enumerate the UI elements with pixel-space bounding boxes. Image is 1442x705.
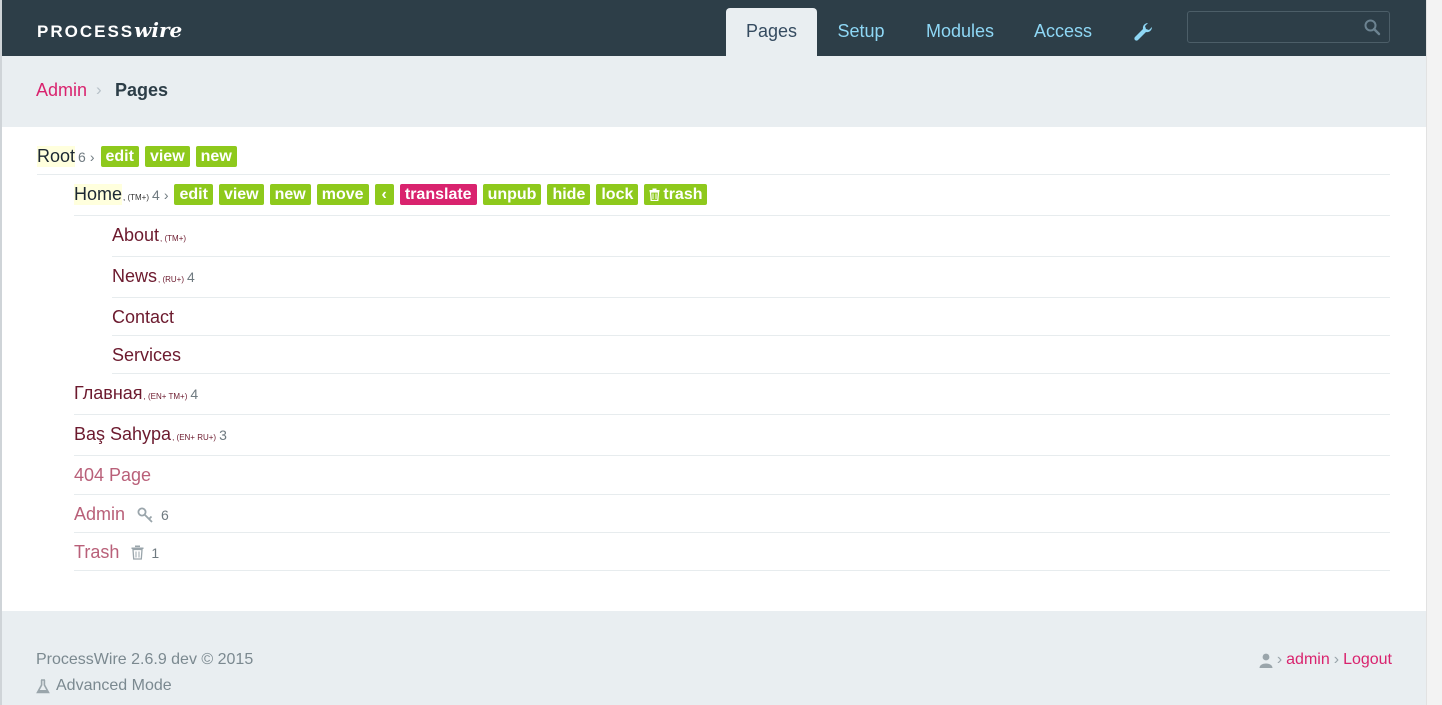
logo-wire: wire — [134, 18, 183, 42]
page-title: Pages — [115, 80, 169, 100]
breadcrumb-admin-link[interactable]: Admin — [36, 80, 87, 101]
masthead: PROCESSwire Pages Setup Modules Access — [2, 0, 1426, 56]
user-profile-link[interactable]: admin — [1286, 651, 1330, 669]
page-name-about[interactable]: About — [112, 225, 159, 246]
child-count: 3 — [219, 426, 227, 443]
user-menu: › admin › Logout — [1259, 651, 1392, 669]
processwire-logo[interactable]: PROCESSwire — [37, 18, 182, 42]
breadcrumb: Admin › Pages — [2, 56, 1426, 127]
search-icon — [1364, 19, 1381, 36]
tab-setup-label: Setup — [837, 21, 885, 41]
advanced-mode-link[interactable]: Advanced Mode — [36, 677, 172, 695]
wrench-icon[interactable] — [1132, 20, 1154, 44]
new-button[interactable]: new — [269, 184, 311, 205]
page-name-404[interactable]: 404 Page — [74, 465, 151, 486]
tree-row-root: Root 6 › edit view new — [37, 137, 1390, 175]
tree-row-admin: Admin 6 — [74, 495, 1390, 533]
page-name-admin[interactable]: Admin — [74, 504, 125, 525]
page-name-contact[interactable]: Contact — [112, 307, 174, 328]
child-count: 6 — [161, 506, 169, 523]
tree-row-bas-sahypa: Baş Sahypa , (EN+ RU+) 3 — [74, 415, 1390, 456]
page-name-glavnaya[interactable]: Главная — [74, 383, 143, 404]
page-name-home[interactable]: Home — [74, 184, 123, 205]
breadcrumb-separator: › — [96, 80, 102, 99]
child-count: 1 — [151, 544, 160, 561]
move-button[interactable]: move — [316, 184, 369, 205]
footer: ProcessWire 2.6.9 dev © 2015 Advanced Mo… — [2, 611, 1426, 705]
language-status: , (TM+) — [123, 193, 150, 202]
tree-row-glavnaya: Главная , (EN+ TM+) 4 — [74, 374, 1390, 415]
language-status: , (TM+) — [160, 234, 187, 243]
flask-icon — [36, 678, 50, 693]
search-input[interactable] — [1187, 11, 1390, 43]
tab-modules-label: Modules — [925, 21, 995, 41]
edit-button[interactable]: edit — [174, 184, 213, 205]
translate-button[interactable]: translate — [399, 184, 477, 205]
tree-row-trash: Trash 1 — [74, 533, 1390, 571]
tree-row-home: Home , (TM+) 4 › edit view new move ‹ tr… — [74, 175, 1390, 216]
expand-chevron-icon[interactable]: › — [90, 149, 95, 165]
view-button[interactable]: view — [144, 146, 190, 167]
page-name-root[interactable]: Root — [37, 146, 76, 167]
child-count: 4 — [152, 186, 160, 203]
tree-row-contact: Contact — [112, 298, 1390, 336]
tree-row-404: 404 Page — [74, 456, 1390, 495]
page-name-services[interactable]: Services — [112, 345, 181, 366]
tab-pages-label: Pages — [745, 21, 798, 41]
advanced-mode-label: Advanced Mode — [56, 677, 172, 694]
trash-icon — [131, 545, 144, 560]
view-button[interactable]: view — [218, 184, 264, 205]
trash-button-label: trash — [663, 186, 703, 203]
tab-access[interactable]: Access — [1024, 8, 1102, 56]
hide-button[interactable]: hide — [547, 184, 591, 205]
logout-link[interactable]: Logout — [1343, 651, 1392, 669]
lock-button[interactable]: lock — [596, 184, 639, 205]
child-count: 4 — [187, 268, 195, 285]
page-name-bas-sahypa[interactable]: Baş Sahypa — [74, 424, 171, 445]
footer-separator: › — [1276, 651, 1283, 668]
tree-row-news: News , (RU+) 4 — [112, 257, 1390, 298]
scrollbar[interactable] — [1426, 0, 1442, 705]
child-count: 6 — [78, 148, 86, 165]
tab-access-label: Access — [1033, 21, 1093, 41]
page-name-trash[interactable]: Trash — [74, 542, 119, 563]
logo-process: PROCESS — [37, 22, 135, 41]
expand-chevron-icon[interactable]: › — [164, 187, 169, 203]
child-count: 4 — [190, 385, 199, 402]
version-text: ProcessWire 2.6.9 dev © 2015 — [36, 651, 254, 668]
language-status: , (EN+ TM+) — [143, 392, 188, 401]
tab-pages[interactable]: Pages — [726, 8, 817, 56]
trash-button[interactable]: trash — [644, 184, 708, 205]
collapse-actions-button[interactable]: ‹ — [374, 184, 394, 205]
key-icon — [137, 507, 153, 523]
tab-modules[interactable]: Modules — [915, 8, 1005, 56]
tab-setup[interactable]: Setup — [828, 8, 894, 56]
new-button[interactable]: new — [195, 146, 237, 167]
footer-separator: › — [1333, 651, 1340, 668]
language-status: , (RU+) — [158, 275, 185, 284]
language-status: , (EN+ RU+) — [172, 433, 217, 442]
tree-row-services: Services — [112, 336, 1390, 374]
edit-button[interactable]: edit — [100, 146, 139, 167]
page-name-news[interactable]: News — [112, 266, 157, 287]
unpublish-button[interactable]: unpub — [482, 184, 542, 205]
tree-row-about: About , (TM+) — [112, 216, 1390, 257]
trash-icon — [649, 188, 660, 201]
user-icon — [1259, 653, 1273, 668]
